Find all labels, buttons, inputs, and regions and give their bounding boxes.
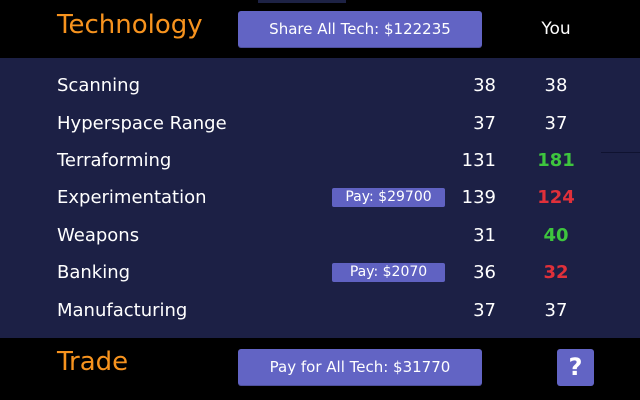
tech-row: Banking Pay: $2070 36 32 [0,258,640,288]
tech-row: Weapons 31 40 [0,221,640,251]
tech-name: Scanning [57,75,141,96]
your-tech-level: 40 [543,225,569,246]
your-tech-level: 37 [544,113,568,134]
page-title: Technology [57,10,203,40]
you-column-header: You [541,19,571,39]
your-tech-level: 181 [537,150,575,171]
your-tech-level: 32 [543,262,569,283]
their-tech-level: 139 [461,187,496,208]
trade-title: Trade [57,347,129,377]
tech-name: Weapons [57,225,140,246]
help-button[interactable]: ? [557,349,594,386]
tech-name: Hyperspace Range [57,113,227,134]
their-tech-level: 31 [473,225,496,246]
pay-for-tech-button[interactable]: Pay: $29700 [332,188,445,207]
tech-row: Terraforming 131 181 [0,146,640,176]
tech-name: Manufacturing [57,300,188,321]
your-tech-level: 38 [544,75,568,96]
header-accent-line [258,0,346,3]
pay-for-tech-button[interactable]: Pay: $2070 [332,263,445,282]
their-tech-level: 131 [461,150,496,171]
pay-for-all-tech-button[interactable]: Pay for All Tech: $31770 [238,349,482,386]
your-tech-level: 37 [544,300,568,321]
tech-name: Banking [57,262,131,283]
your-tech-level: 124 [537,187,575,208]
their-tech-level: 36 [473,262,496,283]
share-all-tech-button[interactable]: Share All Tech: $122235 [238,11,482,48]
their-tech-level: 38 [473,75,496,96]
tech-row: Scanning 38 38 [0,71,640,101]
tech-row: Manufacturing 37 37 [0,296,640,326]
their-tech-level: 37 [473,300,496,321]
tech-row: Hyperspace Range 37 37 [0,109,640,139]
tech-name: Terraforming [57,150,172,171]
tech-row: Experimentation Pay: $29700 139 124 [0,183,640,213]
their-tech-level: 37 [473,113,496,134]
tech-name: Experimentation [57,187,207,208]
